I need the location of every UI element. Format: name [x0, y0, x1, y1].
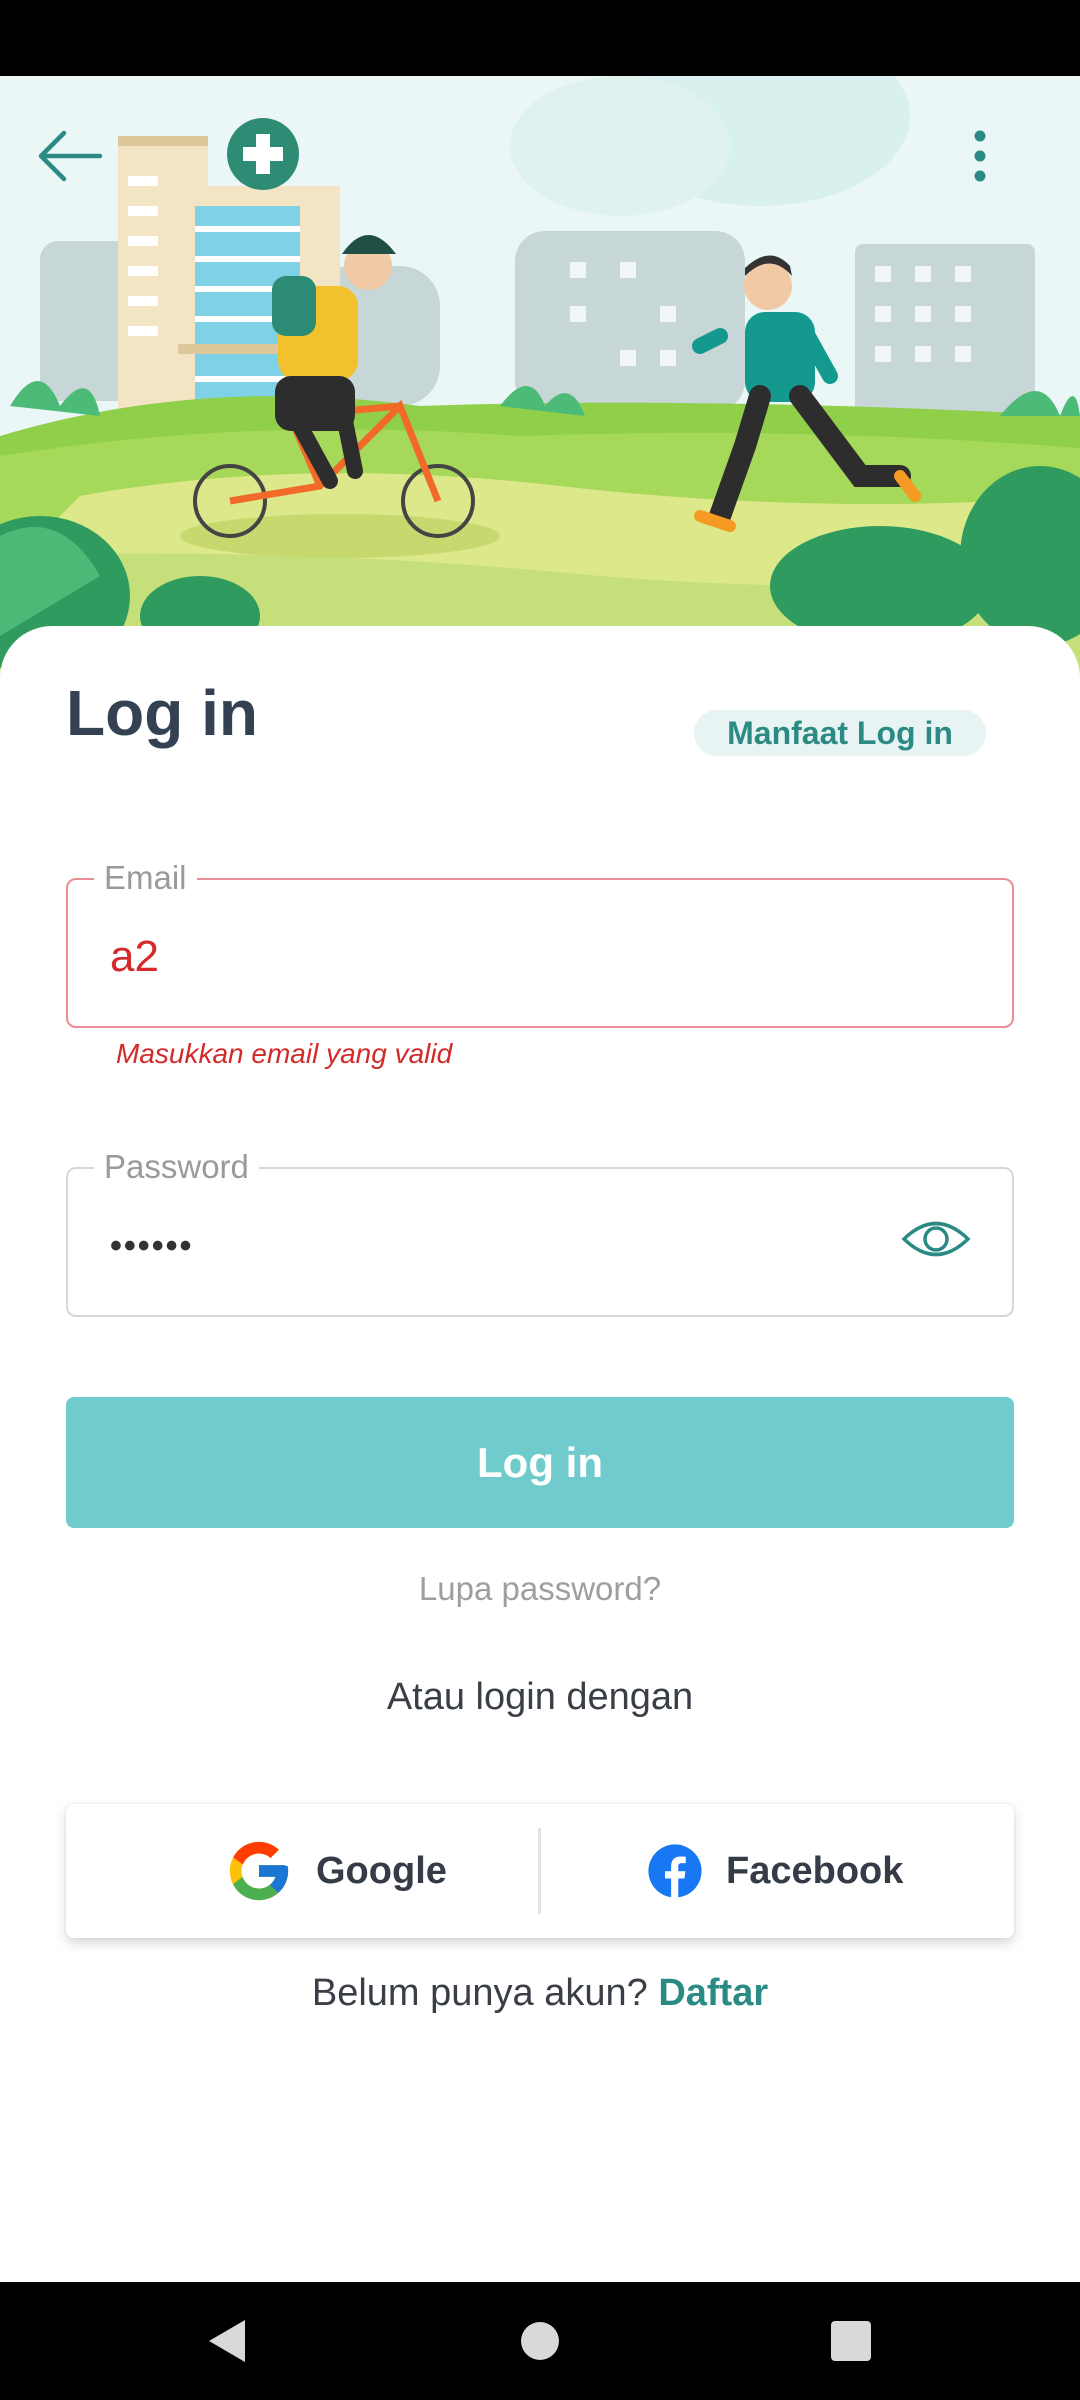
password-field[interactable]: Password ••••••: [66, 1147, 1014, 1317]
nav-recents-button[interactable]: [806, 2306, 896, 2376]
login-button[interactable]: Log in: [66, 1397, 1014, 1528]
google-login-button[interactable]: Google: [224, 1804, 447, 1938]
eye-icon: [901, 1221, 971, 1257]
signup-prompt: Belum punya akun? Daftar: [0, 1972, 1080, 2015]
social-divider: [538, 1828, 541, 1914]
login-card: Log in Manfaat Log in Email a2 Masukkan …: [0, 626, 1080, 2282]
register-link[interactable]: Daftar: [658, 1972, 768, 2014]
nav-recents-icon: [831, 2321, 871, 2361]
more-options-button[interactable]: [970, 128, 1060, 218]
google-label: Google: [316, 1849, 447, 1892]
facebook-login-button[interactable]: Facebook: [646, 1804, 903, 1938]
email-field[interactable]: Email a2: [66, 858, 1014, 1028]
password-input[interactable]: ••••••: [110, 1219, 193, 1273]
status-bar: [0, 0, 1080, 76]
nav-home-button[interactable]: [495, 2306, 585, 2376]
email-label: Email: [94, 858, 197, 898]
toggle-password-visibility-button[interactable]: [888, 1199, 984, 1279]
signup-question: Belum punya akun?: [311, 1972, 648, 2014]
hero-illustration: [0, 76, 1080, 676]
nav-home-icon: [521, 2322, 559, 2360]
forgot-password-link[interactable]: Lupa password?: [0, 1570, 1080, 1608]
google-logo-icon: [229, 1841, 289, 1901]
social-login-box: Google Facebook: [66, 1804, 1014, 1938]
password-label: Password: [94, 1147, 259, 1187]
nav-back-button[interactable]: [182, 2306, 272, 2376]
email-error-message: Masukkan email yang valid: [116, 1038, 453, 1069]
facebook-logo-icon: [648, 1844, 702, 1898]
nav-back-icon: [209, 2320, 245, 2362]
park-illustration: [0, 76, 1080, 676]
more-vertical-icon: [974, 130, 986, 182]
system-navigation-bar: [0, 2282, 1080, 2400]
page-title: Log in: [66, 677, 258, 749]
alternative-login-heading: Atau login dengan: [386, 1676, 694, 1718]
back-arrow-icon: [38, 130, 103, 182]
email-input[interactable]: a2: [110, 930, 159, 984]
facebook-label: Facebook: [726, 1849, 904, 1892]
back-button[interactable]: [36, 128, 126, 218]
login-benefits-button[interactable]: Manfaat Log in: [694, 710, 986, 756]
